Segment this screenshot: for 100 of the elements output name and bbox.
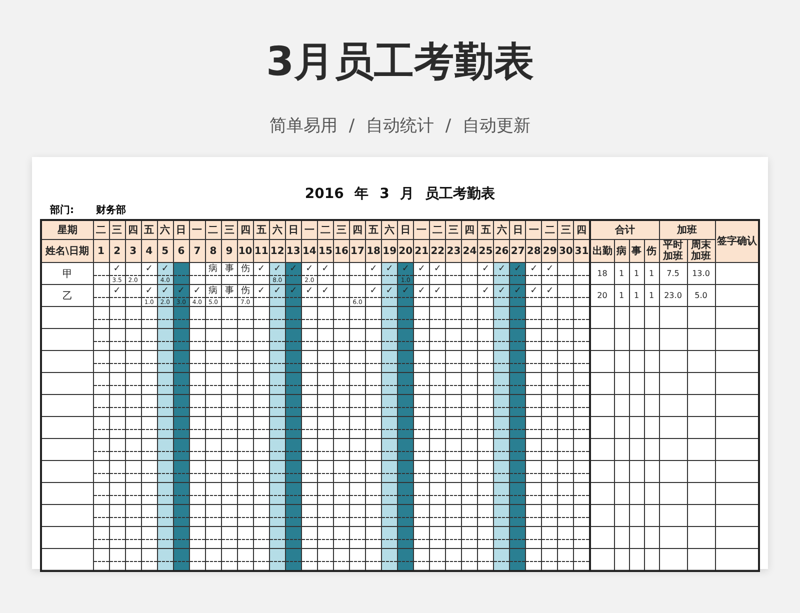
page-title: 3月员工考勤表 (265, 38, 535, 86)
header-cell: 二 (430, 220, 446, 240)
attendance-mark: ✓ (402, 264, 410, 274)
header-cell: 六 (269, 220, 286, 240)
table-cell: 1 (614, 284, 629, 306)
header-cell: 8 (205, 240, 222, 262)
attendance-mark: ✓ (514, 286, 522, 296)
attendance-mark: ✓ (161, 286, 169, 296)
header-cell: 13 (285, 240, 302, 262)
header-cell: 9 (221, 240, 238, 262)
header-cell: 合计 (590, 220, 659, 240)
table-cell: 13.0 (687, 262, 715, 284)
attendance-mark: ✓ (322, 264, 330, 274)
table-cell: 18 (590, 262, 614, 284)
header-cell: 5 (157, 240, 174, 262)
attendance-mark: ✓ (498, 286, 506, 296)
attendance-mark: ✓ (322, 286, 330, 296)
header-cell: 六 (494, 220, 510, 240)
header-cell: 三 (221, 220, 238, 240)
attendance-mark: ✓ (113, 286, 121, 296)
header-cell: 11 (253, 240, 270, 262)
header-cell: 24 (462, 240, 478, 262)
header-cell: 1 (93, 240, 110, 262)
attendance-mark: ✓ (258, 264, 266, 274)
header-cell: 3 (125, 240, 142, 262)
attendance-mark: ✓ (306, 286, 314, 296)
header-cell: 四 (462, 220, 478, 240)
attendance-mark: ✓ (418, 286, 426, 296)
department-value: 财务部 (96, 204, 126, 218)
attendance-mark: ✓ (434, 286, 442, 296)
header-cell: 一 (526, 220, 542, 240)
header-cell: 星期 (41, 220, 93, 240)
table-cell: 1 (629, 262, 644, 284)
department-label: 部门: (50, 203, 74, 218)
header-cell: 10 (237, 240, 254, 262)
header-cell: 平时加班 (659, 240, 687, 262)
attendance-mark: ✓ (370, 286, 378, 296)
header-cell: 日 (173, 220, 190, 240)
attendance-mark: ✓ (161, 264, 169, 274)
table-cell: 23.0 (659, 284, 687, 306)
header-cell: 三 (109, 220, 126, 240)
header-cell: 23 (446, 240, 462, 262)
attendance-mark: ✓ (274, 286, 282, 296)
header-cell: 一 (414, 220, 430, 240)
table-cell: 1 (644, 284, 659, 306)
header-cell: 周末加班 (687, 240, 715, 262)
page-subtitle: 简单易用 / 自动统计 / 自动更新 (268, 115, 532, 137)
attendance-mark: ✓ (546, 264, 554, 274)
attendance-mark: ✓ (434, 264, 442, 274)
header-cell: 一 (189, 220, 206, 240)
header-cell: 三 (558, 220, 574, 240)
header-cell: 7 (189, 240, 206, 262)
table-cell: 1 (644, 262, 659, 284)
table-cell: 7.5 (659, 262, 687, 284)
header-cell: 4 (141, 240, 158, 262)
attendance-mark: 病 (208, 286, 218, 296)
header-cell: 五 (366, 220, 382, 240)
attendance-mark: 伤 (240, 286, 250, 296)
header-cell: 22 (430, 240, 446, 262)
attendance-mark: ✓ (514, 264, 522, 274)
header-cell: 六 (157, 220, 174, 240)
header-cell: 日 (510, 220, 526, 240)
attendance-mark: ✓ (290, 286, 298, 296)
header-cell: 6 (173, 240, 190, 262)
attendance-mark: ✓ (386, 286, 394, 296)
header-cell: 签字确认 (715, 220, 759, 262)
header-cell: 二 (205, 220, 222, 240)
attendance-mark: ✓ (193, 286, 201, 296)
attendance-mark: 伤 (240, 264, 250, 274)
attendance-mark: ✓ (498, 264, 506, 274)
header-cell: 出勤 (590, 240, 614, 262)
header-cell: 21 (414, 240, 430, 262)
header-cell: 12 (269, 240, 286, 262)
attendance-mark: 病 (208, 264, 218, 274)
attendance-mark: 事 (224, 264, 234, 274)
header-cell: 2 (109, 240, 126, 262)
header-cell: 27 (510, 240, 526, 262)
attendance-mark: ✓ (482, 264, 490, 274)
header-cell: 二 (542, 220, 558, 240)
name-cell: 甲 (41, 262, 93, 284)
attendance-mark: 事 (224, 286, 234, 296)
header-cell: 28 (526, 240, 542, 262)
header-cell: 25 (478, 240, 494, 262)
header-cell: 二 (93, 220, 110, 240)
header-cell: 29 (542, 240, 558, 262)
attendance-mark: ✓ (274, 264, 282, 274)
attendance-mark: ✓ (290, 264, 298, 274)
header-cell: 一 (301, 220, 318, 240)
header-cell: 18 (366, 240, 382, 262)
attendance-mark: ✓ (530, 264, 538, 274)
table-cell: 1 (629, 284, 644, 306)
header-cell: 19 (382, 240, 398, 262)
header-cell: 五 (253, 220, 270, 240)
table-cell: 5.0 (687, 284, 715, 306)
attendance-mark: ✓ (177, 286, 185, 296)
header-cell: 五 (478, 220, 494, 240)
name-cell: 乙 (41, 284, 93, 306)
header-cell: 三 (333, 220, 350, 240)
header-cell: 四 (350, 220, 366, 240)
header-cell: 日 (285, 220, 302, 240)
